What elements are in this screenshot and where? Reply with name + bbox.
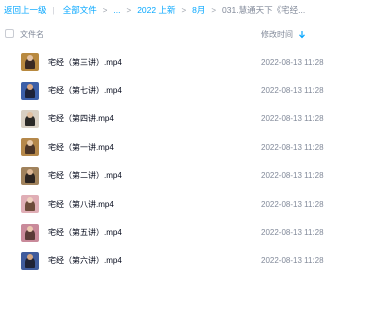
breadcrumb-divider: | bbox=[52, 5, 55, 15]
video-thumbnail[interactable] bbox=[21, 166, 39, 185]
breadcrumb-item-august[interactable]: 8月 bbox=[192, 4, 205, 16]
file-row[interactable]: 宅经（第六讲）.mp4 2022-08-13 11:28 bbox=[0, 247, 365, 275]
file-name[interactable]: 宅经（第五讲）.mp4 bbox=[48, 227, 122, 238]
thumbnail-head bbox=[27, 111, 33, 118]
chevron-right-icon: > bbox=[211, 5, 217, 15]
file-row[interactable]: 宅经（第四讲.mp4 2022-08-13 11:28 bbox=[0, 105, 365, 133]
chevron-right-icon: > bbox=[102, 5, 108, 15]
column-header-time-label: 修改时间 bbox=[261, 30, 293, 39]
file-modified-time: 2022-08-13 11:28 bbox=[261, 114, 324, 124]
file-row[interactable]: 宅经（第三讲）.mp4 2022-08-13 11:28 bbox=[0, 48, 365, 76]
thumbnail-head bbox=[27, 225, 33, 232]
video-thumbnail[interactable] bbox=[21, 195, 39, 214]
file-list-header: 文件名 修改时间 bbox=[0, 23, 365, 45]
file-list: 宅经（第三讲）.mp4 2022-08-13 11:28 宅经（第七讲）.mp4 20… bbox=[0, 48, 365, 275]
select-all-checkbox[interactable] bbox=[5, 29, 14, 38]
file-modified-time: 2022-08-13 11:28 bbox=[261, 199, 324, 209]
file-name[interactable]: 宅经（第八讲.mp4 bbox=[48, 199, 114, 210]
file-modified-time: 2022-08-13 11:28 bbox=[261, 228, 324, 238]
chevron-right-icon: > bbox=[181, 5, 187, 15]
file-modified-time: 2022-08-13 11:28 bbox=[261, 57, 324, 67]
file-row[interactable]: 宅经（第二讲）.mp4 2022-08-13 11:28 bbox=[0, 162, 365, 190]
file-name[interactable]: 宅经（第一讲.mp4 bbox=[48, 142, 114, 153]
thumbnail-head bbox=[27, 83, 33, 90]
file-name[interactable]: 宅经（第三讲）.mp4 bbox=[48, 57, 122, 68]
file-name[interactable]: 宅经（第四讲.mp4 bbox=[48, 113, 114, 124]
back-link[interactable]: 返回上一级 bbox=[4, 4, 47, 16]
video-thumbnail[interactable] bbox=[21, 109, 39, 128]
sort-descending-icon[interactable] bbox=[298, 30, 306, 39]
video-thumbnail[interactable] bbox=[21, 53, 39, 72]
breadcrumb-item-ellipsis[interactable]: ... bbox=[113, 5, 120, 15]
video-thumbnail[interactable] bbox=[21, 81, 39, 100]
video-thumbnail[interactable] bbox=[21, 138, 39, 157]
column-header-name[interactable]: 文件名 bbox=[20, 29, 44, 40]
file-modified-time: 2022-08-13 11:28 bbox=[261, 256, 324, 266]
breadcrumb-item-2022[interactable]: 2022 上新 bbox=[137, 4, 175, 16]
file-row[interactable]: 宅经（第一讲.mp4 2022-08-13 11:28 bbox=[0, 133, 365, 161]
video-thumbnail[interactable] bbox=[21, 223, 39, 242]
file-name[interactable]: 宅经（第六讲）.mp4 bbox=[48, 255, 122, 266]
file-name[interactable]: 宅经（第七讲）.mp4 bbox=[48, 85, 122, 96]
thumbnail-head bbox=[27, 168, 33, 175]
breadcrumb-current: 031.慧通天下《宅经... bbox=[222, 5, 306, 15]
video-thumbnail[interactable] bbox=[21, 251, 39, 270]
file-modified-time: 2022-08-13 11:28 bbox=[261, 86, 324, 96]
file-row[interactable]: 宅经（第八讲.mp4 2022-08-13 11:28 bbox=[0, 190, 365, 218]
file-name[interactable]: 宅经（第二讲）.mp4 bbox=[48, 170, 122, 181]
column-header-time[interactable]: 修改时间 bbox=[261, 29, 306, 40]
breadcrumb: 返回上一级 | 全部文件 > ... > 2022 上新 > 8月 > 031.… bbox=[0, 0, 365, 20]
file-modified-time: 2022-08-13 11:28 bbox=[261, 171, 324, 181]
file-modified-time: 2022-08-13 11:28 bbox=[261, 142, 324, 152]
file-row[interactable]: 宅经（第七讲）.mp4 2022-08-13 11:28 bbox=[0, 76, 365, 104]
chevron-right-icon: > bbox=[126, 5, 132, 15]
file-row[interactable]: 宅经（第五讲）.mp4 2022-08-13 11:28 bbox=[0, 218, 365, 246]
thumbnail-head bbox=[27, 253, 33, 260]
breadcrumb-item-all-files[interactable]: 全部文件 bbox=[63, 4, 97, 16]
